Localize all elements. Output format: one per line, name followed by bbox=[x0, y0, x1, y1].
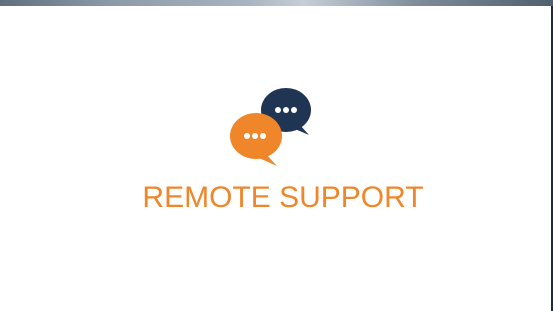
page-title: REMOTE SUPPORT bbox=[142, 181, 424, 214]
chat-bubbles-icon bbox=[225, 86, 317, 168]
chat-bubbles-svg bbox=[230, 88, 311, 166]
splash-card: REMOTE SUPPORT bbox=[0, 6, 551, 311]
orange-chat-bubble bbox=[230, 113, 282, 166]
page: REMOTE SUPPORT bbox=[0, 0, 553, 311]
